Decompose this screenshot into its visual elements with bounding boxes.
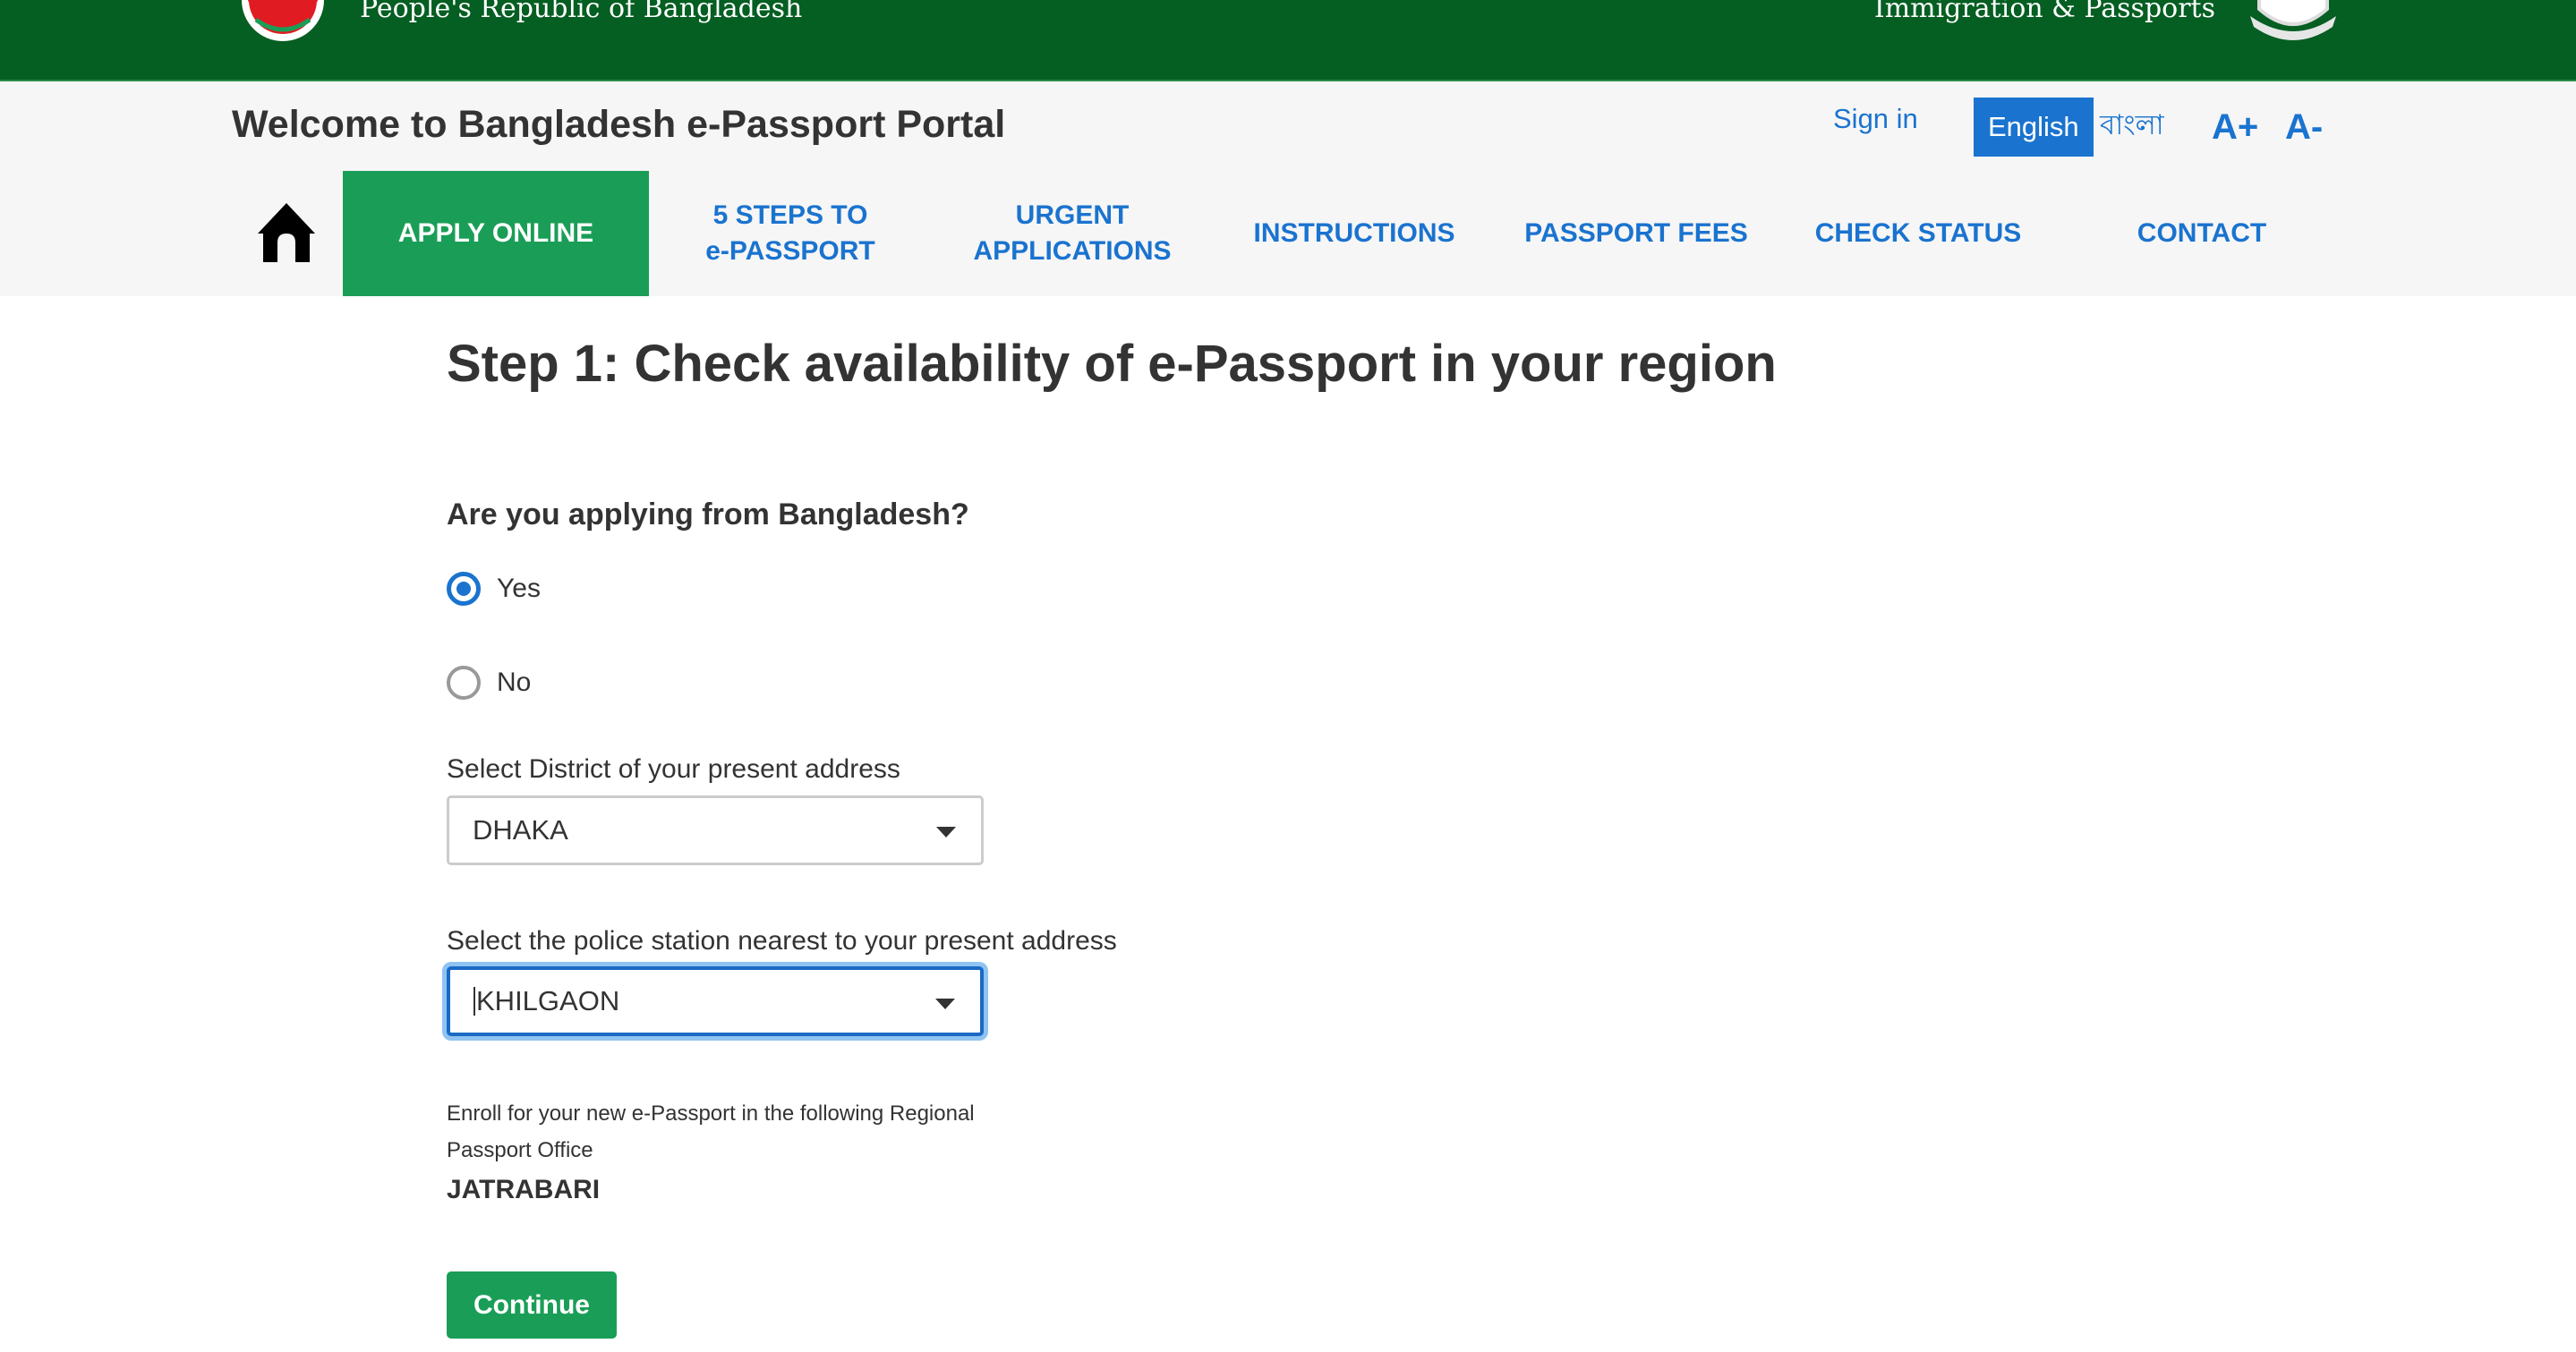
step-title: Step 1: Check availability of e-Passport…	[447, 335, 1777, 393]
department-name: Immigration & Passports	[1873, 0, 2215, 24]
language-bangla-button[interactable]: বাংলা	[2100, 105, 2164, 149]
nav-5-steps[interactable]: 5 STEPS TO e-PASSPORT	[670, 171, 911, 296]
portal-header: Welcome to Bangladesh e-Passport Portal …	[0, 81, 2576, 296]
government-header: People's Republic of Bangladesh Immigrat…	[0, 0, 2576, 81]
font-increase-button[interactable]: A+	[2212, 105, 2258, 149]
nav-label-line1: 5 STEPS TO	[712, 200, 868, 230]
nav-passport-fees[interactable]: PASSPORT FEES	[1513, 171, 1760, 296]
home-icon[interactable]	[254, 200, 319, 264]
police-station-value: KHILGAON	[476, 985, 620, 1016]
nav-label: CONTACT	[2137, 218, 2267, 248]
police-station-select[interactable]: KHILGAON	[447, 966, 984, 1036]
language-english-button[interactable]: English	[1974, 98, 2094, 157]
nav-label-line2: e-PASSPORT	[705, 236, 875, 266]
country-name: People's Republic of Bangladesh	[360, 0, 803, 24]
font-decrease-button[interactable]: A-	[2285, 105, 2323, 149]
nav-label: APPLY ONLINE	[397, 218, 594, 248]
main-nav: APPLY ONLINE 5 STEPS TO e-PASSPORT URGEN…	[0, 171, 2576, 296]
immigration-emblem-icon	[2250, 0, 2336, 40]
nav-label-line1: URGENT	[1015, 200, 1130, 230]
applying-from-question: Are you applying from Bangladesh?	[447, 497, 969, 531]
radio-label: Yes	[497, 574, 541, 603]
nav-label: INSTRUCTIONS	[1253, 218, 1455, 248]
district-select[interactable]: DHAKA	[447, 795, 984, 865]
district-label: Select District of your present address	[447, 754, 900, 784]
portal-title: Welcome to Bangladesh e-Passport Portal	[232, 103, 1006, 146]
nav-label: PASSPORT FEES	[1524, 218, 1748, 248]
nav-apply-online[interactable]: APPLY ONLINE	[343, 171, 649, 296]
police-station-label: Select the police station nearest to you…	[447, 926, 1117, 956]
regional-office-name: JATRABARI	[447, 1175, 601, 1204]
nav-check-status[interactable]: CHECK STATUS	[1799, 171, 2037, 296]
enroll-info-line1: Enroll for your new e-Passport in the fo…	[447, 1101, 975, 1126]
bangladesh-emblem-icon	[242, 0, 324, 41]
radio-no[interactable]: No	[447, 666, 531, 700]
nav-label-line2: APPLICATIONS	[973, 236, 1172, 266]
nav-instructions[interactable]: INSTRUCTIONS	[1235, 171, 1473, 296]
nav-label: CHECK STATUS	[1814, 218, 2022, 248]
radio-unchecked-icon[interactable]	[447, 666, 481, 700]
radio-label: No	[497, 667, 532, 697]
enroll-info-line2: Passport Office	[447, 1138, 593, 1162]
district-value: DHAKA	[473, 814, 568, 846]
nav-contact[interactable]: CONTACT	[2086, 171, 2318, 296]
sign-in-link[interactable]: Sign in	[1833, 97, 1918, 141]
nav-urgent-applications[interactable]: URGENT APPLICATIONS	[949, 171, 1196, 296]
chevron-down-icon	[936, 827, 956, 838]
radio-yes[interactable]: Yes	[447, 572, 541, 606]
text-cursor	[473, 987, 475, 1016]
chevron-down-icon	[935, 999, 955, 1009]
continue-button[interactable]: Continue	[447, 1271, 617, 1339]
radio-checked-icon[interactable]	[447, 572, 481, 606]
enroll-info: Enroll for your new e-Passport in the fo…	[447, 1095, 1073, 1169]
